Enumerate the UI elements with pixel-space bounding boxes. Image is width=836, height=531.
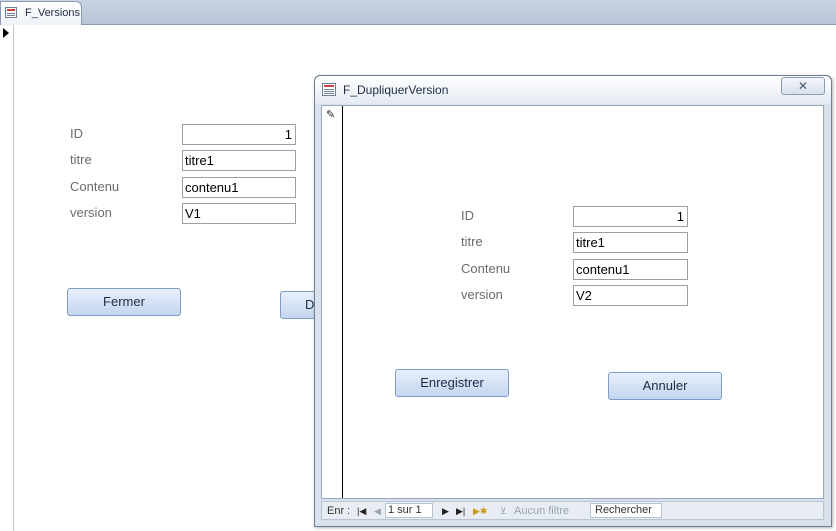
tab-label: F_Versions [25,7,81,19]
id-label: ID [70,126,83,141]
next-record-icon[interactable]: ▶ [442,504,449,518]
filter-icon: ⊻ [500,506,507,516]
annuler-button[interactable]: Annuler [608,372,722,400]
dialog-version-field[interactable]: V2 [573,285,688,306]
contenu-label: Contenu [70,179,120,194]
dialog-contenu-label: Contenu [461,261,511,276]
version-label: version [70,205,112,220]
version-field[interactable]: V1 [182,203,296,224]
dialog-titre-field[interactable]: titre1 [573,232,688,253]
record-selector[interactable] [0,25,14,531]
pencil-icon: ✎ [326,108,336,121]
fermer-button[interactable]: Fermer [67,288,181,316]
dialog-title-bar[interactable]: F_DupliquerVersion ✕ [315,76,831,104]
dialog-id-label: ID [461,208,474,223]
dialog-contenu-field[interactable]: contenu1 [573,259,688,280]
dialog-version-label: version [461,287,503,302]
last-record-icon[interactable]: ▶| [456,504,465,518]
first-record-icon[interactable]: |◀ [357,504,366,518]
previous-record-icon[interactable]: ◀ [374,504,381,518]
dialog-body: ✎ ID 1 titre titre1 Contenu contenu1 ver… [321,105,824,499]
record-label: Enr : [327,505,351,517]
titre-label: titre [70,152,92,167]
document-tab-strip: F_Versions [0,0,836,25]
filter-status[interactable]: Aucun filtre [514,504,569,518]
dialog-id-field[interactable]: 1 [573,206,688,227]
close-icon: ✕ [797,79,809,93]
dialog-titre-label: titre [461,234,483,249]
close-button[interactable]: ✕ [781,77,825,95]
form-icon [322,83,336,96]
new-record-icon[interactable]: ▶✱ [473,504,487,518]
contenu-field[interactable]: contenu1 [182,177,296,198]
enregistrer-button[interactable]: Enregistrer [395,369,509,397]
dialog-title: F_DupliquerVersion [343,83,449,97]
dialog-record-selector[interactable]: ✎ [322,106,343,498]
id-field[interactable]: 1 [182,124,296,145]
titre-field[interactable]: titre1 [182,150,296,171]
form-icon [5,7,17,18]
current-record-field[interactable]: 1 sur 1 [385,503,433,518]
dupliquer-version-dialog: F_DupliquerVersion ✕ ✎ ID 1 titre titre1… [314,75,832,527]
search-box[interactable]: Rechercher [590,503,662,518]
current-record-arrow-icon [3,28,9,38]
tab-f-versions[interactable]: F_Versions [0,1,82,25]
record-navigation-bar: Enr : |◀ ◀ 1 sur 1 ▶ ▶| ▶✱ ⊻ Aucun filtr… [321,501,824,520]
